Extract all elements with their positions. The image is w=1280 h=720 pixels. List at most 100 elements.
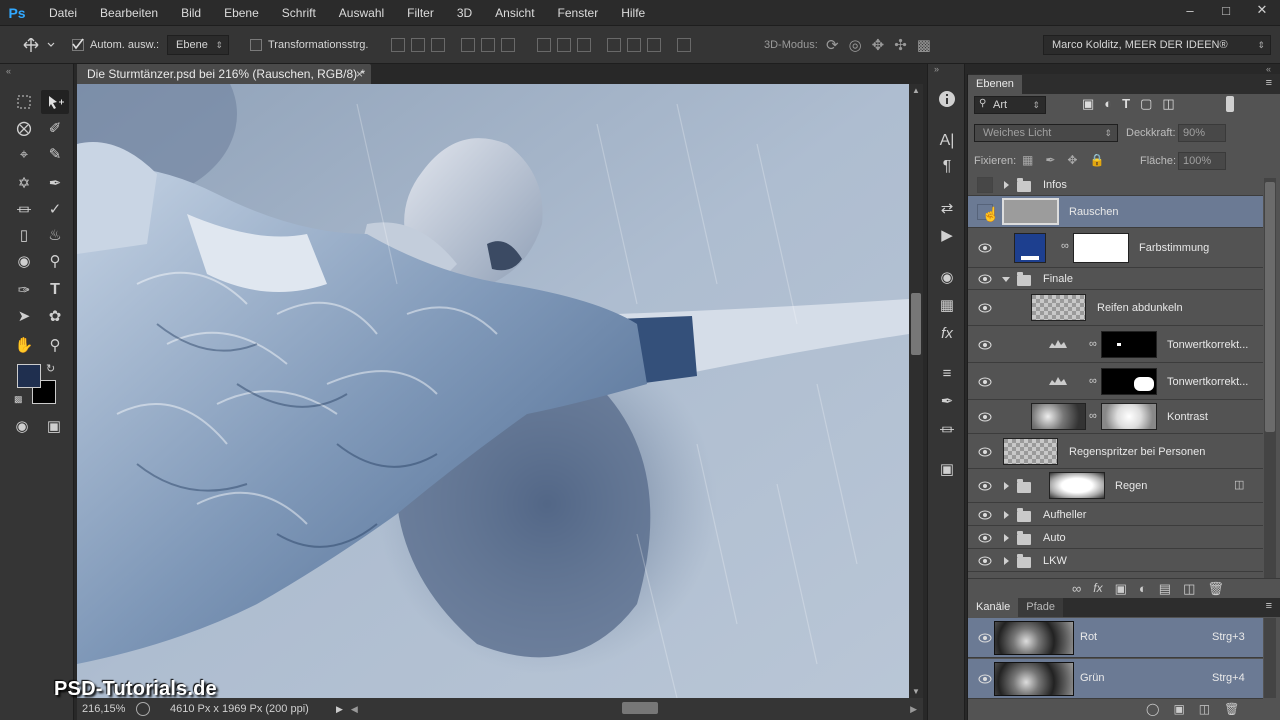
eye-icon[interactable] (978, 554, 992, 568)
scroll-left-icon[interactable]: ◀ (351, 704, 358, 715)
tab-pfade[interactable]: Pfade (1018, 598, 1064, 617)
layer-row-auto[interactable]: Auto (968, 526, 1263, 549)
align-top-icon[interactable] (391, 38, 405, 52)
lock-image-icon[interactable]: ✒ (1045, 153, 1055, 167)
layer-row-rauschen[interactable]: ☝ Rauschen (968, 196, 1263, 228)
eye-icon[interactable] (978, 445, 992, 459)
opacity-field[interactable]: 90% (1178, 124, 1226, 142)
menu-auswahl[interactable]: Auswahl (328, 6, 396, 20)
expand-group-icon[interactable] (1004, 534, 1009, 542)
filter-smart-object-icon[interactable]: ◫ (1162, 96, 1174, 112)
new-group-icon[interactable]: ▤ (1159, 581, 1171, 597)
layer-row-tonwertkorrektur-2[interactable]: ∞ Tonwertkorrekt... (968, 363, 1263, 400)
distribute-hcenter-icon[interactable] (627, 38, 641, 52)
canvas-vertical-scroll-thumb[interactable] (911, 293, 921, 355)
path-selection-tool-icon[interactable]: ➤ (10, 304, 38, 328)
expand-group-icon[interactable] (1004, 557, 1009, 565)
layer-row-tonwertkorrektur-1[interactable]: ∞ Tonwertkorrekt... (968, 326, 1263, 363)
move-tool-icon[interactable] (41, 90, 69, 114)
transform-controls-checkbox[interactable] (250, 39, 262, 51)
layer-row-finale[interactable]: Finale (968, 268, 1263, 290)
filter-adjustment-icon[interactable]: ◐ (1104, 96, 1112, 112)
blur-tool-icon[interactable]: ◉ (10, 249, 38, 273)
eye-icon[interactable] (978, 241, 992, 255)
menu-schrift[interactable]: Schrift (271, 6, 328, 20)
paragraph-panel-icon[interactable]: ¶ (936, 156, 958, 178)
history-panel-icon[interactable]: ⇄ (936, 197, 958, 219)
type-tool-icon[interactable]: T (41, 278, 69, 302)
foreground-color-swatch-face[interactable] (17, 364, 41, 388)
styles-panel-icon[interactable]: ▦ (936, 294, 958, 316)
auto-align-icon[interactable] (677, 38, 691, 52)
share-icon[interactable] (136, 702, 150, 716)
load-channel-selection-icon[interactable]: ◯ (1146, 702, 1159, 716)
eye-icon[interactable] (978, 375, 992, 389)
layers-scroll-thumb[interactable] (1265, 182, 1275, 432)
brush-presets-panel-icon[interactable]: ✒ (936, 390, 958, 412)
lock-transparent-icon[interactable]: ▦ (1022, 153, 1033, 167)
menu-datei[interactable]: Datei (38, 6, 89, 20)
distribute-vcenter-icon[interactable] (557, 38, 571, 52)
layer-row-regenspritzer[interactable]: Regenspritzer bei Personen (968, 434, 1263, 469)
align-right-icon[interactable] (501, 38, 515, 52)
quick-mask-icon[interactable]: ◉ (8, 414, 36, 438)
layer-row-infos[interactable]: Infos (968, 174, 1263, 196)
transform-controls-option[interactable]: Transformationsstrg. (250, 26, 368, 64)
new-adjustment-layer-icon[interactable]: ◐ (1139, 581, 1147, 597)
layer-row-kontrast[interactable]: ∞ Kontrast (968, 400, 1263, 434)
3d-roll-icon[interactable]: ◎ (849, 36, 862, 54)
channel-row-rot[interactable]: Rot Strg+3 (968, 618, 1263, 658)
filter-shape-icon[interactable]: ▢ (1140, 96, 1152, 112)
character-panel-icon[interactable]: A| (936, 130, 958, 152)
screen-mode-icon[interactable]: ▣ (40, 414, 68, 438)
filter-type-icon[interactable]: T (1122, 96, 1130, 112)
expand-group-icon[interactable] (1004, 181, 1009, 189)
scroll-down-icon[interactable]: ▼ (912, 687, 920, 696)
custom-shape-tool-icon[interactable]: ✿ (41, 304, 69, 328)
minimize-icon[interactable]: – (1172, 0, 1208, 20)
filter-pixel-icon[interactable]: ▣ (1082, 96, 1094, 112)
auto-select-option[interactable]: Autom. ausw.: (72, 26, 159, 64)
auto-select-checkbox[interactable] (72, 38, 84, 51)
dodge-tool-icon[interactable]: ⚲ (41, 249, 69, 273)
channel-row-gruen[interactable]: Grün Strg+4 (968, 659, 1263, 699)
channels-scrollbar[interactable] (1264, 618, 1276, 698)
3d-slide-icon[interactable]: ✣ (894, 36, 907, 54)
collapse-toolbox-icon[interactable]: « (6, 66, 11, 76)
menu-ansicht[interactable]: Ansicht (484, 6, 546, 20)
align-bottom-icon[interactable] (431, 38, 445, 52)
layer-row-farbstimmung[interactable]: ∞ Farbstimmung (968, 228, 1263, 268)
save-selection-channel-icon[interactable]: ▣ (1173, 702, 1184, 716)
delete-layer-icon[interactable]: 🗑 (1207, 581, 1224, 597)
swatches-panel-icon[interactable]: ◉ (936, 266, 958, 288)
collapse-panel-icon[interactable]: « (1266, 64, 1271, 74)
menu-bearbeiten[interactable]: Bearbeiten (89, 6, 170, 20)
zoom-level[interactable]: 216,15% (82, 703, 126, 715)
maximize-icon[interactable]: □ (1208, 0, 1244, 20)
distribute-bottom-icon[interactable] (577, 38, 591, 52)
align-left-icon[interactable] (461, 38, 475, 52)
swap-colors-icon[interactable]: ↻ (46, 362, 55, 375)
move-tool-preset-icon[interactable] (22, 26, 56, 64)
paint-bucket-tool-icon[interactable]: ♨ (41, 223, 69, 247)
layer-row-aufheller[interactable]: Aufheller (968, 503, 1263, 526)
eye-icon[interactable] (978, 272, 992, 286)
link-icon[interactable]: ∞ (1061, 240, 1069, 252)
canvas-vertical-scrollbar[interactable]: ▲ ▼ (909, 84, 923, 698)
lasso-tool-icon[interactable]: ⨂ (10, 116, 38, 140)
lock-all-icon[interactable]: 🔒 (1089, 153, 1104, 167)
marquee-tool-icon[interactable] (10, 90, 38, 114)
menu-bild[interactable]: Bild (170, 6, 213, 20)
document-tab[interactable]: Die Sturmtänzer.psd bei 216% (Rauschen, … (77, 64, 371, 84)
clone-source-panel-icon[interactable]: ⏛ (936, 418, 958, 440)
distribute-top-icon[interactable] (537, 38, 551, 52)
delete-channel-icon[interactable]: 🗑 (1224, 702, 1239, 716)
close-document-icon[interactable]: × (356, 64, 363, 84)
distribute-left-icon[interactable] (607, 38, 621, 52)
link-icon[interactable]: ∞ (1089, 410, 1097, 422)
expand-panels-icon[interactable]: » (934, 64, 939, 74)
3d-rotate-icon[interactable]: ⟳ (826, 36, 839, 54)
eraser-tool-icon[interactable]: ▯ (10, 223, 38, 247)
eye-icon[interactable] (978, 508, 992, 522)
menu-fenster[interactable]: Fenster (547, 6, 611, 20)
